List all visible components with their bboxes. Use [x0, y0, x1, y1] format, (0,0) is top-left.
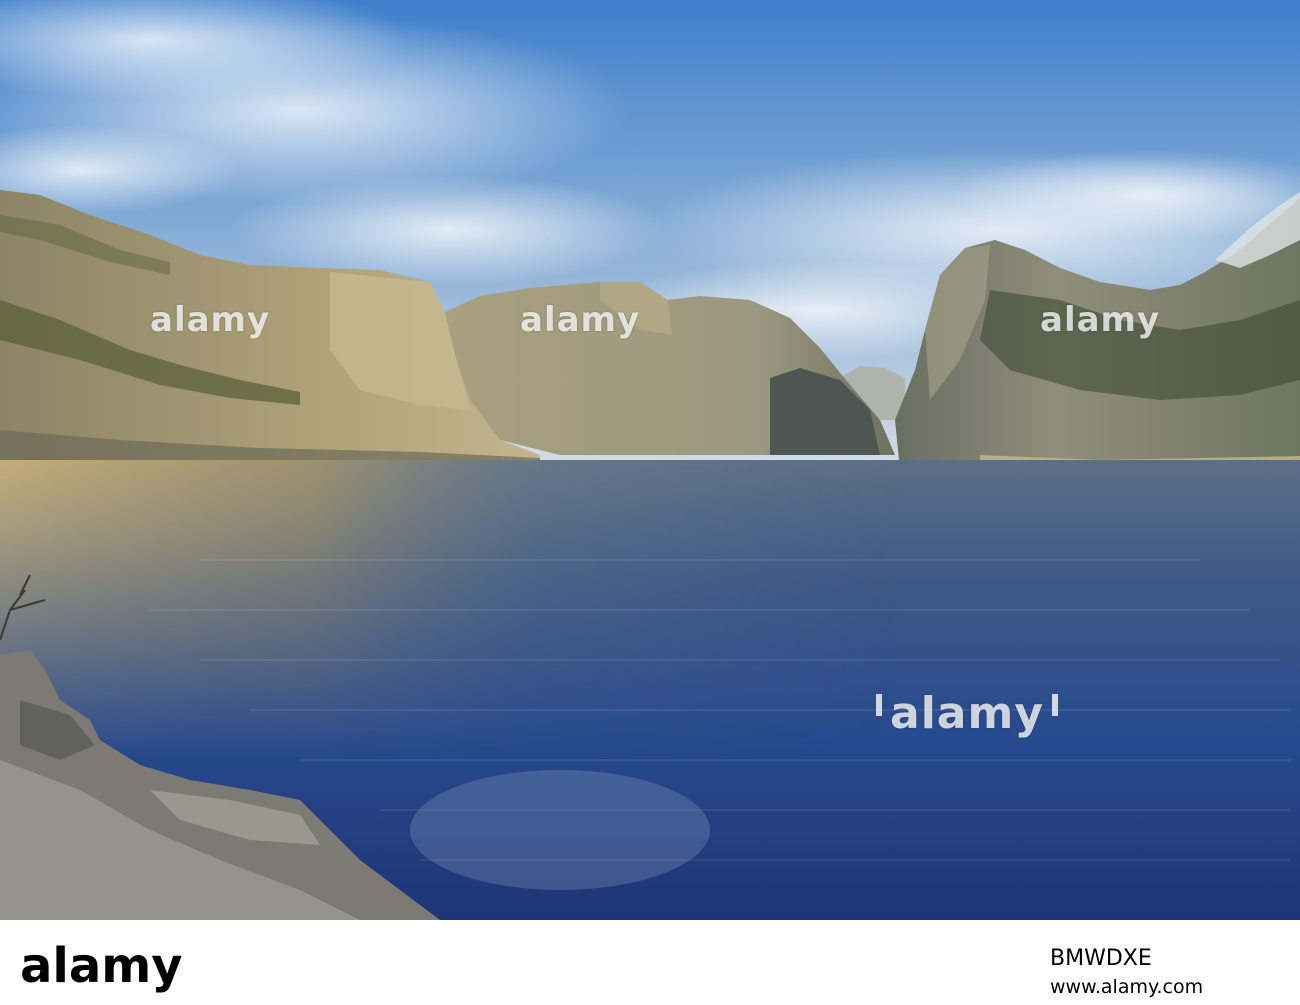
landscape-drawing: [0, 0, 1300, 920]
alamy-logo: alamy: [20, 938, 183, 994]
cloud-reflection: [410, 770, 710, 890]
footer-bar: alamy BMWDXE www.alamy.com: [0, 920, 1300, 1005]
image-id: BMWDXE: [1050, 946, 1152, 971]
website-url: www.alamy.com: [1050, 976, 1204, 998]
landscape-photo: alamy alamy alamy alamy: [0, 0, 1300, 920]
